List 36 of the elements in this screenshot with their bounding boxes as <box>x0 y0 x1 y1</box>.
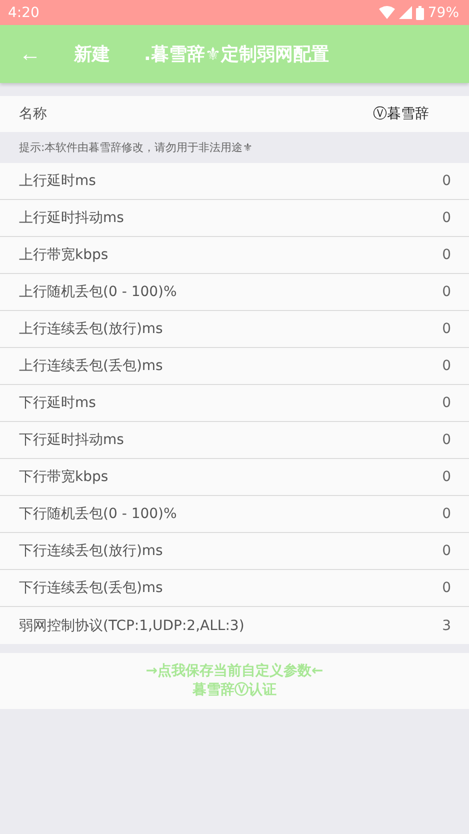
setting-label: 上行延时抖动ms <box>19 209 124 227</box>
status-time: 4:20 <box>8 4 40 20</box>
setting-label: 下行连续丢包(丢包)ms <box>19 579 163 597</box>
setting-label: 上行连续丢包(放行)ms <box>19 320 163 338</box>
name-value[interactable]: Ⓥ暮雪辞 <box>373 105 429 123</box>
setting-label: 弱网控制协议(TCP:1,UDP:2,ALL:3) <box>19 616 244 634</box>
setting-label: 上行带宽kbps <box>19 246 108 264</box>
setting-value[interactable]: 0 <box>442 358 451 374</box>
setting-value[interactable]: 0 <box>442 469 451 485</box>
setting-value[interactable]: 0 <box>442 580 451 596</box>
setting-label: 上行连续丢包(丢包)ms <box>19 357 163 375</box>
setting-value[interactable]: 0 <box>442 247 451 263</box>
setting-value[interactable]: 0 <box>442 432 451 448</box>
setting-value[interactable]: 0 <box>442 543 451 559</box>
setting-label: 下行延时抖动ms <box>19 431 124 449</box>
battery-percent: 79% <box>428 4 459 20</box>
setting-value[interactable]: 0 <box>442 395 451 411</box>
setting-value[interactable]: 0 <box>442 173 451 189</box>
signal-icon <box>398 6 412 19</box>
setting-value[interactable]: 3 <box>442 618 451 634</box>
screen-title: 新建 <box>74 43 110 66</box>
battery-icon <box>416 6 424 20</box>
setting-value[interactable]: 0 <box>442 506 451 522</box>
setting-label: 上行延时ms <box>19 172 96 190</box>
setting-value[interactable]: 0 <box>442 321 451 337</box>
setting-label: 下行延时ms <box>19 394 96 412</box>
setting-label: 上行随机丢包(0 - 100)% <box>19 283 177 301</box>
setting-value[interactable]: 0 <box>442 210 451 226</box>
setting-label: 下行随机丢包(0 - 100)% <box>19 505 177 523</box>
name-label: 名称 <box>19 105 47 123</box>
hint-text: 提示:本软件由暮雪辞修改，请勿用于非法用途⚜ <box>18 140 254 156</box>
setting-label: 下行带宽kbps <box>19 468 108 486</box>
wifi-icon <box>378 6 395 19</box>
setting-value[interactable]: 0 <box>442 284 451 300</box>
setting-label: 下行连续丢包(放行)ms <box>19 542 163 560</box>
screen-title: .暮雪辞⚜定制弱网配置 <box>144 43 329 66</box>
